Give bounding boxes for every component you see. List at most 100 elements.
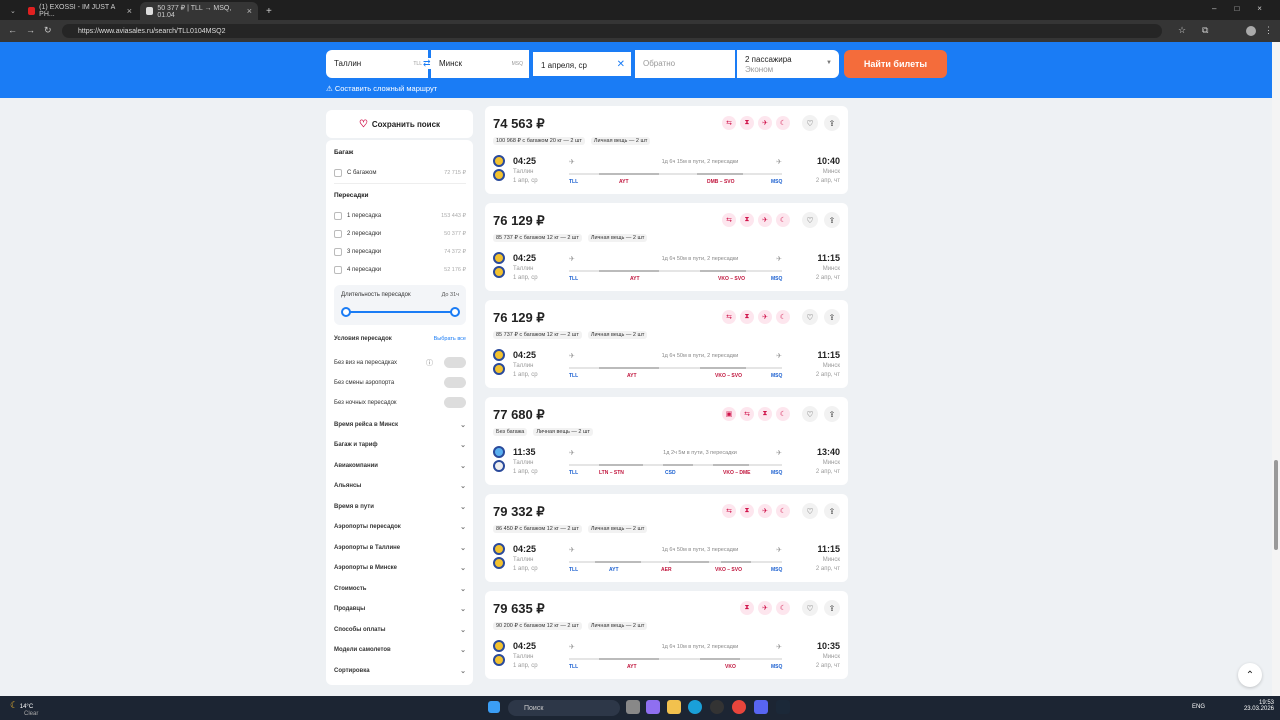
tab-menu-button[interactable]: ⌄ [4,2,20,20]
filter-with-baggage[interactable]: С багажом 72 715 ₽ [334,169,466,177]
favorite-heart-icon[interactable]: ♡ [802,406,818,422]
filter-transfers-4[interactable]: 4 пересадки 52 176 ₽ [334,266,466,274]
passengers-field[interactable]: 2 пассажира Эконом ▼ [737,50,839,78]
ticket-card[interactable]: 76 129 ₽ 85 737 ₽ с багажом 12 кг — 2 шт… [485,300,848,388]
ticket-card[interactable]: 76 129 ₽ 85 737 ₽ с багажом 12 кг — 2 шт… [485,203,848,291]
filter-section[interactable]: Авиакомпании ⌄ [334,462,466,470]
filter-transfers-2[interactable]: 2 пересадки 50 377 ₽ [334,230,466,238]
condition-same-airport[interactable]: Без смены аэропорта [334,377,466,388]
checkbox[interactable] [334,230,342,238]
weather-widget[interactable]: ☾ 14°C Clear [10,700,38,717]
checkbox[interactable] [334,212,342,220]
filter-section[interactable]: Время в пути ⌄ [334,503,466,511]
share-icon[interactable]: ⇪ [824,115,840,131]
share-icon[interactable]: ⇪ [824,600,840,616]
checkbox[interactable] [334,248,342,256]
return-date-field[interactable]: Обратно [635,50,735,78]
toggle[interactable] [444,397,466,408]
checkbox[interactable] [334,169,342,177]
complex-route-link[interactable]: ⚠ Составить сложный маршрут [326,84,437,93]
file-explorer-icon[interactable] [667,700,681,714]
baggage-option[interactable]: 85 737 ₽ с багажом 12 кг — 2 шт [493,234,582,242]
forward-icon[interactable]: → [26,25,35,35]
favorite-heart-icon[interactable]: ♡ [802,309,818,325]
scrollbar-thumb[interactable] [1274,460,1278,550]
clear-date-icon[interactable]: ✕ [617,59,625,70]
slider-track[interactable] [345,311,455,313]
bookmark-star-icon[interactable]: ☆ [1178,25,1186,36]
slider-handle-min[interactable] [341,307,351,317]
filter-transfers-1[interactable]: 1 пересадка 153 443 ₽ [334,212,466,220]
back-icon[interactable]: ← [8,25,17,35]
language-indicator[interactable]: ENG [1192,704,1205,710]
ticket-card[interactable]: 79 332 ₽ 86 450 ₽ с багажом 12 кг — 2 шт… [485,494,848,582]
clock[interactable]: 19:53 23.03.2026 [1230,700,1274,712]
scroll-to-top-button[interactable]: ⌃ [1238,663,1262,687]
date-field[interactable]: 1 апреля, ср ✕ [531,50,633,78]
filter-section[interactable]: Альянсы ⌄ [334,482,466,490]
ticket-card[interactable]: 74 563 ₽ 100 968 ₽ с багажом 20 кг — 2 ш… [485,106,848,194]
filter-section[interactable]: Сортировка ⌄ [334,667,466,675]
url-input[interactable]: https://www.aviasales.ru/search/TLL0104M… [62,24,1162,38]
close-icon[interactable]: × [247,6,252,16]
taskbar-search[interactable]: Поиск [508,700,620,716]
select-all-link[interactable]: Выбрать все [434,336,466,342]
share-icon[interactable]: ⇪ [824,503,840,519]
reload-icon[interactable]: ↻ [44,25,52,36]
profile-avatar[interactable] [1246,26,1256,36]
ticket-card[interactable]: 79 635 ₽ 90 200 ₽ с багажом 12 кг — 2 шт… [485,591,848,679]
transfer-icon: ⇆ [722,504,736,518]
filter-section[interactable]: Багаж и тариф ⌄ [334,441,466,449]
baggage-option[interactable]: 85 737 ₽ с багажом 12 кг — 2 шт [493,331,582,339]
favorite-heart-icon[interactable]: ♡ [802,115,818,131]
task-view-icon[interactable] [626,700,640,714]
copilot-icon[interactable] [646,700,660,714]
filter-section[interactable]: Аэропорты в Таллине ⌄ [334,544,466,552]
close-icon[interactable]: × [127,6,132,16]
condition-no-night[interactable]: Без ночных пересадок [334,397,466,408]
filter-section[interactable]: Аэропорты в Минске ⌄ [334,564,466,572]
baggage-option[interactable]: 100 968 ₽ с багажом 20 кг — 2 шт [493,137,585,145]
tab-youtube[interactable]: (1) EXOSSI - IM JUST A PH... × [22,2,138,20]
save-search-button[interactable]: ♡ Сохранить поиск [326,110,473,138]
find-tickets-button[interactable]: Найти билеты [844,50,947,78]
favorite-heart-icon[interactable]: ♡ [802,212,818,228]
share-icon[interactable]: ⇪ [824,212,840,228]
discord-icon[interactable] [754,700,768,714]
origin-field[interactable]: Таллин TLL [326,50,428,78]
edge-icon[interactable] [688,700,702,714]
window-controls[interactable]: –□× [1212,4,1280,13]
baggage-option[interactable]: 90 200 ₽ с багажом 12 кг — 2 шт [493,622,582,630]
filter-section[interactable]: Способы оплаты ⌄ [334,626,466,634]
menu-icon[interactable]: ⋮ [1264,25,1273,36]
chevron-down-icon: ⌄ [460,647,466,654]
filter-section[interactable]: Продавцы ⌄ [334,605,466,613]
checkbox[interactable] [334,266,342,274]
baggage-option[interactable]: Без багажа [493,428,528,436]
condition-no-visa[interactable]: Без виз на пересадках ⓘ [334,357,466,368]
info-icon[interactable]: ⓘ [426,358,433,368]
share-icon[interactable]: ⇪ [824,406,840,422]
windows-start-icon[interactable] [488,701,500,713]
filter-transfers-3[interactable]: 3 пересадки 74 372 ₽ [334,248,466,256]
chrome-icon[interactable] [732,700,746,714]
toggle[interactable] [444,357,466,368]
toggle[interactable] [444,377,466,388]
page-scrollbar[interactable] [1272,42,1280,696]
baggage-option[interactable]: 86 450 ₽ с багажом 12 кг — 2 шт [493,525,582,533]
extensions-icon[interactable]: ⧉ [1202,25,1208,36]
filter-section[interactable]: Аэропорты пересадок ⌄ [334,523,466,531]
steam-icon[interactable] [776,700,790,714]
new-tab-button[interactable]: + [260,2,274,20]
ticket-card[interactable]: 77 680 ₽ Без багажа Личная вещь — 2 шт ▣ ⇆… [485,397,848,485]
tab-aviasales[interactable]: 50 377 ₽ | TLL → MSQ, 01.04 × [140,2,258,20]
favorite-heart-icon[interactable]: ♡ [802,600,818,616]
slider-handle-max[interactable] [450,307,460,317]
filter-section[interactable]: Стоимость ⌄ [334,585,466,593]
destination-field[interactable]: Минск MSQ [431,50,529,78]
filter-section[interactable]: Время рейса в Минск ⌄ [334,421,466,429]
filter-section[interactable]: Модели самолетов ⌄ [334,646,466,654]
app-icon[interactable] [710,700,724,714]
favorite-heart-icon[interactable]: ♡ [802,503,818,519]
share-icon[interactable]: ⇪ [824,309,840,325]
